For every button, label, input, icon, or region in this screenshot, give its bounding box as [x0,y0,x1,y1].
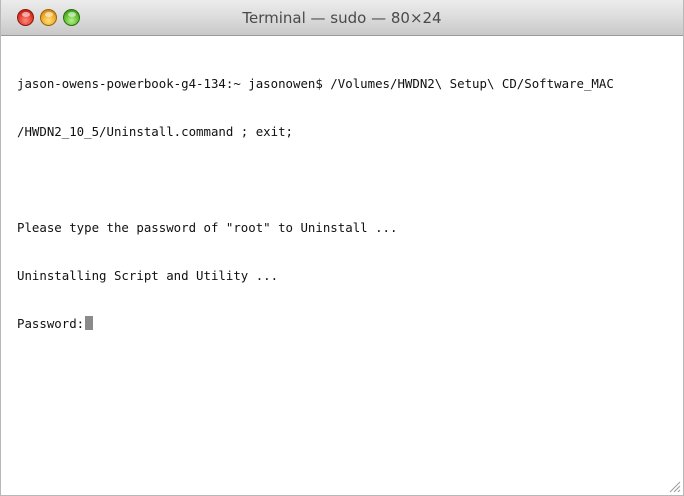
terminal-line-password-request: Please type the password of "root" to Un… [17,220,398,235]
terminal-line-uninstalling: Uninstalling Script and Utility ... [17,268,279,283]
terminal-line-command: jason-owens-powerbook-g4-134:~ jasonowen… [17,76,614,91]
text-cursor [85,316,94,330]
password-prompt-label: Password: [17,316,85,331]
window-title: Terminal — sudo — 80×24 [242,9,442,27]
resize-grip-icon[interactable] [667,479,681,493]
title-bar[interactable]: Terminal — sudo — 80×24 [1,0,683,36]
terminal-window: Terminal — sudo — 80×24 jason-owens-powe… [0,0,684,496]
terminal-line-command-continued: /HWDN2_10_5/Uninstall.command ; exit; [17,124,294,139]
terminal-output[interactable]: jason-owens-powerbook-g4-134:~ jasonowen… [1,36,683,495]
terminal-line-password-prompt[interactable]: Password: [17,316,683,332]
